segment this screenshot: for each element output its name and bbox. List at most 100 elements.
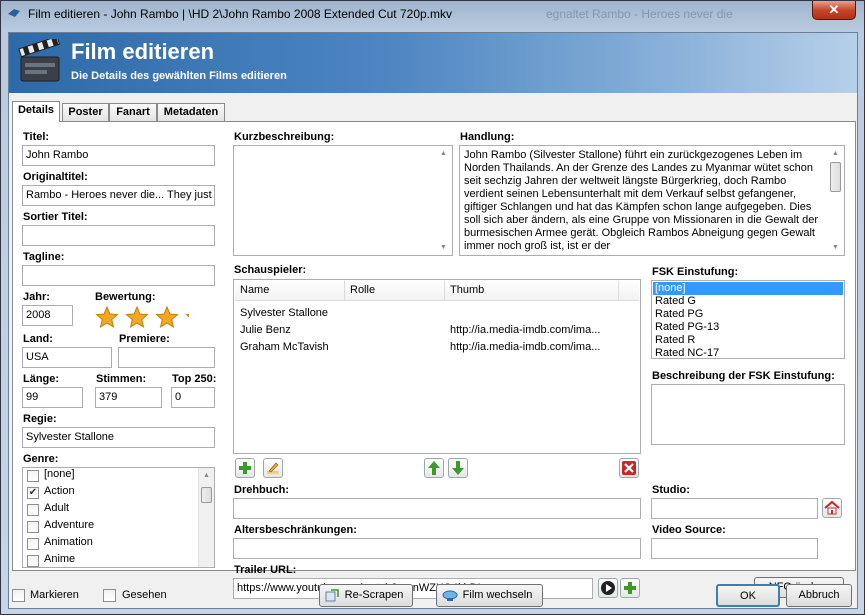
fsk-rating-label: FSK Einstufung: (652, 266, 739, 278)
genre-scrollbar[interactable]: ▲ (198, 468, 214, 567)
tab-poster[interactable]: Poster (62, 103, 109, 121)
cancel-button[interactable]: Abbruch (786, 584, 852, 607)
country-label: Land: (23, 333, 53, 345)
close-button[interactable]: ✕ (812, 1, 856, 20)
genre-checkbox[interactable] (27, 538, 39, 550)
genre-item[interactable]: Adult (23, 501, 199, 518)
mark-checkbox[interactable] (12, 589, 25, 602)
sort-title-field[interactable] (22, 225, 215, 246)
seen-checkbox[interactable] (103, 589, 116, 602)
play-trailer-button[interactable] (598, 578, 618, 598)
genre-label: Genre: (23, 453, 59, 465)
genre-item[interactable]: ✔ Action (23, 484, 199, 501)
fsk-rating-list[interactable]: [none] Rated G Rated PG Rated PG-13 Rated RR… (651, 280, 845, 359)
premiere-field[interactable] (118, 347, 215, 368)
star-icon[interactable] (185, 307, 189, 327)
column-role[interactable]: Rolle (345, 281, 445, 301)
pencil-icon (267, 462, 279, 474)
age-restrictions-label: Altersbeschränkungen: (234, 524, 357, 536)
scroll-thumb[interactable] (830, 162, 841, 192)
move-actor-down-button[interactable] (448, 458, 468, 478)
scroll-down-icon[interactable]: ▼ (436, 240, 451, 255)
plot-label: Handlung: (460, 131, 515, 143)
original-title-field[interactable]: Rambo - Heroes never die... They just (22, 185, 215, 206)
fsk-rating-option[interactable]: Rated PG-13 (653, 321, 843, 334)
table-row[interactable]: Graham McTavish http://ia.media-imdb.com/… (235, 339, 639, 356)
delete-actor-button[interactable] (619, 458, 639, 478)
column-thumb[interactable]: Thumb (445, 281, 619, 301)
star-icon[interactable] (95, 305, 119, 328)
scroll-up-icon[interactable]: ▲ (199, 468, 214, 483)
tagline-field[interactable] (22, 265, 215, 286)
fsk-rating-option[interactable]: Rated PG (653, 308, 843, 321)
column-name[interactable]: Name (235, 281, 345, 301)
studio-field[interactable] (651, 498, 818, 519)
tab-fanart[interactable]: Fanart (109, 103, 157, 121)
genre-label: Anime (44, 553, 76, 565)
fsk-rating-option[interactable]: [none] (653, 282, 843, 295)
scroll-down-icon[interactable]: ▼ (828, 240, 843, 255)
genre-item[interactable]: Animation (23, 535, 199, 552)
background-window-title: egnaltet Rambo - Heroes never die (546, 7, 733, 21)
genre-item[interactable]: Anime (23, 552, 199, 567)
add-actor-button[interactable] (235, 458, 255, 478)
change-movie-button[interactable]: Film wechseln (436, 584, 543, 607)
age-restrictions-field[interactable] (233, 538, 641, 559)
fsk-rating-option[interactable]: Rated R (653, 334, 843, 347)
arrow-down-icon (452, 461, 464, 475)
premiere-label: Premiere: (119, 333, 170, 345)
rescrape-button[interactable]: Re-Scrapen (319, 584, 413, 607)
edit-actor-button[interactable] (263, 458, 283, 478)
year-field[interactable]: 2008 (22, 305, 73, 326)
scroll-up-icon[interactable]: ▲ (436, 146, 451, 161)
fsk-rating-option[interactable]: Rated NC-17 (653, 347, 843, 358)
table-row[interactable]: Julie Benz http://ia.media-imdb.com/ima..… (235, 322, 639, 339)
studio-label: Studio: (652, 484, 690, 496)
star-icon[interactable] (155, 305, 179, 328)
tab-metadata[interactable]: Metadaten (157, 103, 225, 121)
director-field[interactable]: Sylvester Stallone (22, 427, 215, 448)
writer-field[interactable] (233, 498, 641, 519)
window-title: Film editieren - John Rambo | \HD 2\John… (28, 7, 452, 21)
actor-thumb-cell: http://ia.media-imdb.com/ima... (450, 341, 601, 353)
plot-field[interactable]: John Rambo (Silvester Stallone) führt ei… (459, 145, 845, 256)
title-label: Titel: (23, 131, 50, 143)
trailer-url-label: Trailer URL: (234, 564, 297, 576)
fsk-description-label: Beschreibung der FSK Einstufung: (652, 370, 835, 382)
country-field[interactable]: USA (22, 347, 112, 368)
header-banner: Film editieren Die Details des gewählten… (9, 33, 857, 93)
fsk-rating-option[interactable]: Rated G (653, 295, 843, 308)
short-description-field[interactable]: ▲ ▼ (233, 145, 453, 256)
genre-checkbox[interactable] (27, 521, 39, 533)
ok-button[interactable]: OK (716, 584, 780, 607)
votes-field[interactable]: 379 (95, 387, 162, 408)
title-field[interactable]: John Rambo (22, 145, 215, 166)
play-icon (601, 581, 615, 595)
genre-item[interactable]: Adventure (23, 518, 199, 535)
table-row[interactable]: Sylvester Stallone (235, 305, 639, 322)
top250-field[interactable]: 0 (171, 387, 215, 408)
move-actor-up-button[interactable] (424, 458, 444, 478)
scroll-up-icon[interactable]: ▲ (828, 146, 843, 161)
plus-icon (624, 582, 636, 594)
original-title-label: Originaltitel: (23, 171, 88, 183)
scroll-thumb[interactable] (201, 487, 212, 503)
rating-stars[interactable] (95, 305, 189, 329)
studio-button[interactable] (822, 498, 842, 518)
add-trailer-button[interactable] (620, 578, 640, 598)
genre-checkbox[interactable] (27, 470, 39, 482)
genre-checkbox[interactable] (27, 504, 39, 516)
genre-list[interactable]: [none] ✔ Action Adult Adventure Animation Anim… (22, 467, 215, 568)
fsk-description-field[interactable] (651, 384, 845, 445)
actor-name-cell: Sylvester Stallone (240, 307, 329, 319)
genre-item[interactable]: [none] (23, 468, 199, 484)
genre-checkbox[interactable]: ✔ (27, 487, 39, 499)
length-field[interactable]: 99 (22, 387, 83, 408)
tab-details[interactable]: Details (12, 101, 60, 122)
video-source-field[interactable] (651, 538, 818, 559)
star-icon[interactable] (125, 305, 149, 328)
genre-checkbox[interactable] (27, 555, 39, 567)
plot-scrollbar[interactable]: ▲ ▼ (828, 146, 844, 255)
short-description-scrollbar[interactable]: ▲ ▼ (436, 146, 452, 255)
actors-table[interactable]: Name Rolle Thumb Sylvester Stallone Julie… (233, 279, 641, 454)
